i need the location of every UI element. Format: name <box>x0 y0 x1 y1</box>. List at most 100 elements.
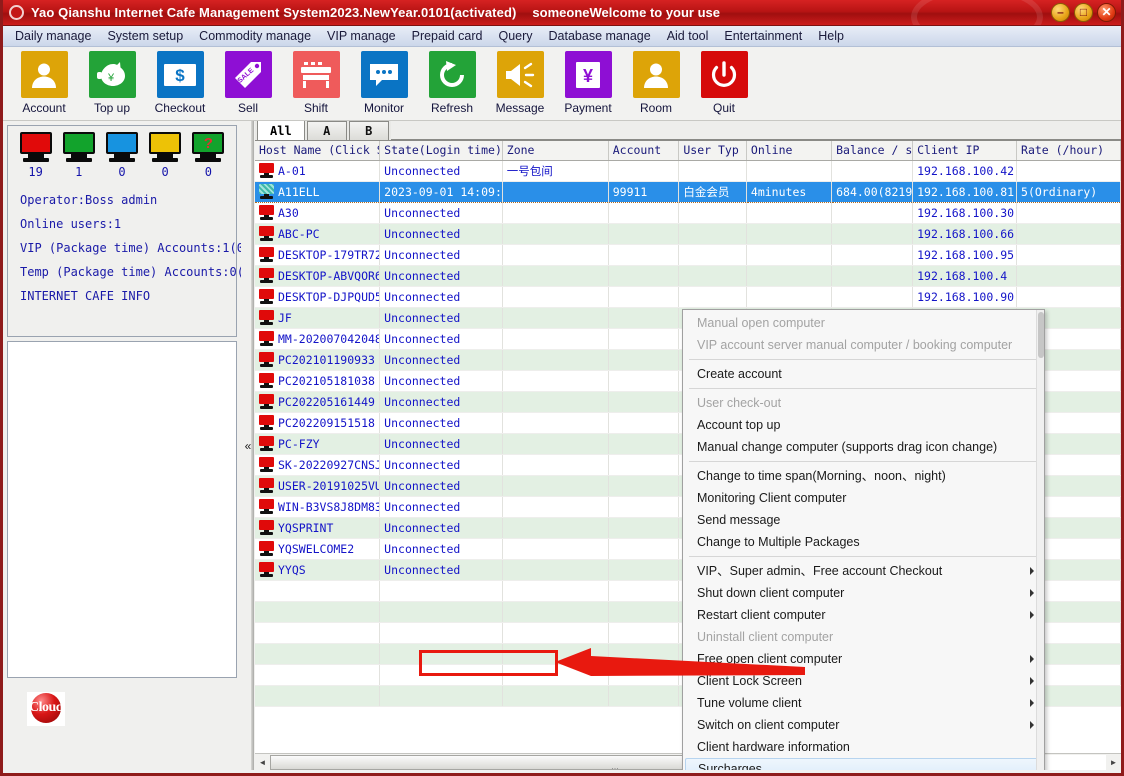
table-row[interactable]: DESKTOP-ABVQOR6 Unconnected 192.168.100.4 <box>255 265 1121 287</box>
toolbar-button-message[interactable]: Message <box>487 51 553 115</box>
status-counter-unknown[interactable]: ? 0 <box>188 132 228 179</box>
context-menu-item-switch-on-client-computer[interactable]: Switch on client computer <box>683 714 1044 736</box>
menu-item-vip-manage[interactable]: VIP manage <box>319 27 404 45</box>
column-header-2[interactable]: Zone <box>502 141 609 161</box>
context-menu-item-manual-change-computer-supports-drag-icon-change[interactable]: Manual change computer (supports drag ic… <box>683 436 1044 458</box>
menu-item-prepaid-card[interactable]: Prepaid card <box>404 27 491 45</box>
context-menu-item-client-hardware-information[interactable]: Client hardware information <box>683 736 1044 758</box>
status-counter-standby[interactable]: 0 <box>102 132 142 179</box>
context-menu-item-send-message[interactable]: Send message <box>683 509 1044 531</box>
toolbar-button-account[interactable]: Account <box>11 51 77 115</box>
toolbar-button-shift[interactable]: Shift <box>283 51 349 115</box>
context-menu-item-label: Client hardware information <box>697 740 850 754</box>
computer-icon <box>259 204 274 221</box>
menu-item-help[interactable]: Help <box>810 27 852 45</box>
context-menu-item-client-lock-screen[interactable]: Client Lock Screen <box>683 670 1044 692</box>
context-menu-scroll-thumb[interactable] <box>1038 312 1044 358</box>
monitor-base <box>22 158 49 162</box>
computer-icon <box>259 309 274 326</box>
menu-item-aid-tool[interactable]: Aid tool <box>659 27 717 45</box>
host-name-label: PC202205161449 <box>278 394 375 409</box>
toolbar-button-refresh[interactable]: Refresh <box>419 51 485 115</box>
tab-a[interactable]: A <box>306 121 347 140</box>
cafe-info-label: INTERNET CAFE INFO <box>20 289 151 303</box>
cell-state: Unconnected <box>379 559 503 581</box>
minimize-button[interactable]: – <box>1051 3 1070 22</box>
cell-state: Unconnected <box>379 202 503 224</box>
cell-online <box>746 160 833 182</box>
table-row[interactable]: DESKTOP-DJPQUD5 Unconnected 192.168.100.90 <box>255 286 1121 308</box>
cell-host-name: DESKTOP-ABVQOR6 <box>255 265 381 287</box>
menu-item-system-setup[interactable]: System setup <box>99 27 191 45</box>
submenu-chevron-right-icon <box>1030 567 1034 575</box>
column-header-0[interactable]: Host Name (Click So <box>255 141 381 161</box>
column-header-3[interactable]: Account <box>608 141 680 161</box>
menu-item-entertainment[interactable]: Entertainment <box>716 27 810 45</box>
context-menu-item-monitoring-client-computer[interactable]: Monitoring Client computer <box>683 487 1044 509</box>
context-menu-item-surcharges[interactable]: Surcharges <box>685 758 1042 770</box>
table-row[interactable]: A30 Unconnected 192.168.100.30 <box>255 202 1121 224</box>
cell-ip: 192.168.100.90 <box>912 286 1018 308</box>
cell-state: Unconnected <box>379 307 503 329</box>
toolbar-button-label: Shift <box>303 101 328 115</box>
column-header-8[interactable]: Rate (/hour) <box>1016 141 1121 161</box>
cell-account <box>608 433 680 455</box>
column-header-4[interactable]: User Typ <box>678 141 747 161</box>
context-menu-item-vip-super-admin-free-account-checkout[interactable]: VIP、Super admin、Free account Checkout <box>683 560 1044 582</box>
toolbar-button-monitor[interactable]: Monitor <box>351 51 417 115</box>
maximize-button[interactable]: □ <box>1074 3 1093 22</box>
cell-online <box>746 223 833 245</box>
status-counter-in-use[interactable]: 1 <box>59 132 99 179</box>
cell-rate <box>1016 202 1121 224</box>
minimize-icon: – <box>1057 4 1064 19</box>
cell-zone <box>502 370 609 392</box>
tab-b[interactable]: B <box>348 121 389 140</box>
cell-zone <box>502 517 609 539</box>
close-button[interactable]: ✕ <box>1097 3 1116 22</box>
toolbar-button-checkout[interactable]: $ Checkout <box>147 51 213 115</box>
context-menu-item-tune-volume-client[interactable]: Tune volume client <box>683 692 1044 714</box>
cell-empty <box>608 601 680 623</box>
computer-icon <box>259 267 274 284</box>
context-menu-item-account-top-up[interactable]: Account top up <box>683 414 1044 436</box>
scroll-left-button[interactable]: ◄ <box>255 755 270 770</box>
cell-balance <box>831 202 914 224</box>
status-counter-offline[interactable]: 19 <box>16 132 56 179</box>
monitor-base <box>152 158 179 162</box>
column-header-7[interactable]: Client IP <box>912 141 1018 161</box>
toolbar-button-payment[interactable]: ¥ Payment <box>555 51 621 115</box>
context-menu-scrollbar[interactable] <box>1036 310 1044 770</box>
host-name-label: DESKTOP-ABVQOR6 <box>278 268 380 283</box>
tab-all[interactable]: All <box>257 121 305 140</box>
scroll-right-button[interactable]: ► <box>1106 755 1121 770</box>
context-menu-item-free-open-client-computer[interactable]: Free open client computer <box>683 648 1044 670</box>
context-menu-item-change-to-time-span-morning-noon-night[interactable]: Change to time span(Morning、noon、night) <box>683 465 1044 487</box>
context-menu-item-restart-client-computer[interactable]: Restart client computer <box>683 604 1044 626</box>
cell-host-name: PC202209151518 <box>255 412 381 434</box>
column-header-5[interactable]: Online <box>746 141 833 161</box>
table-row[interactable]: DESKTOP-179TR72 Unconnected 192.168.100.95 <box>255 244 1121 266</box>
table-row[interactable]: ABC-PC Unconnected 192.168.100.66 <box>255 223 1121 245</box>
status-counter-reserved[interactable]: 0 <box>145 132 185 179</box>
context-menu-item-create-account[interactable]: Create account <box>683 363 1044 385</box>
menu-item-query[interactable]: Query <box>490 27 540 45</box>
column-header-6[interactable]: Balance / surp <box>831 141 914 161</box>
column-header-1[interactable]: State(Login time) <box>379 141 503 161</box>
menu-item-database-manage[interactable]: Database manage <box>541 27 659 45</box>
table-row[interactable]: A-01 Unconnected 一号包间 192.168.100.42 <box>255 160 1121 182</box>
context-menu-item-shut-down-client-computer[interactable]: Shut down client computer <box>683 582 1044 604</box>
computer-icon <box>259 414 274 431</box>
toolbar-button-room[interactable]: Room <box>623 51 689 115</box>
monitor-icon <box>19 132 52 154</box>
toolbar-button-top-up[interactable]: ¥ Top up <box>79 51 145 115</box>
sidebar-collapse-handle[interactable]: « <box>241 121 255 770</box>
cell-account <box>608 223 680 245</box>
toolbar-button-quit[interactable]: Quit <box>691 51 757 115</box>
menu-item-daily-manage[interactable]: Daily manage <box>7 27 99 45</box>
cell-account <box>608 370 680 392</box>
cell-host-name: YYQS <box>255 559 381 581</box>
menu-item-commodity-manage[interactable]: Commodity manage <box>191 27 319 45</box>
context-menu-item-change-to-multiple-packages[interactable]: Change to Multiple Packages <box>683 531 1044 553</box>
table-row[interactable]: A11ELL 2023-09-01 14:09:41 99911白金会员4minut… <box>255 180 1121 203</box>
toolbar-button-sell[interactable]: SALE Sell <box>215 51 281 115</box>
